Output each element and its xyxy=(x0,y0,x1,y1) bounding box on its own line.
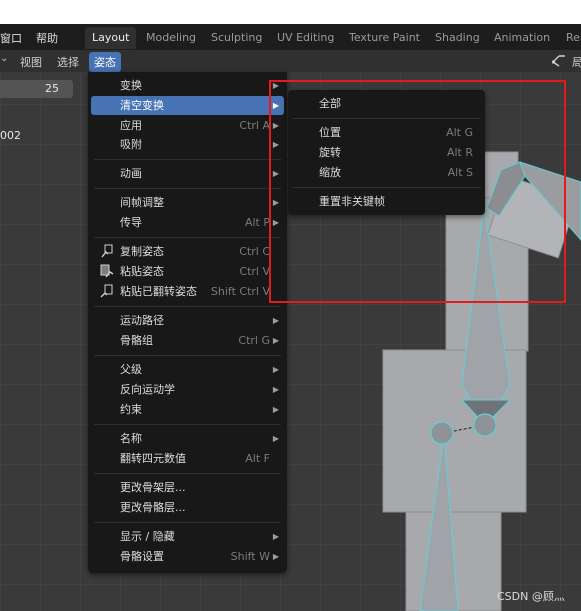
shortcut-label: Ctrl V xyxy=(239,265,270,278)
menu-divider xyxy=(94,424,281,425)
menu-divider xyxy=(94,188,281,189)
menu-item-label: 传导 xyxy=(120,216,142,229)
paste-flipped-icon xyxy=(100,284,114,298)
menu-item-label: 清空变换 xyxy=(120,99,164,112)
menu-item-transform[interactable]: 变换 ▶ xyxy=(91,76,284,95)
pose-dropdown-menu: 变换 ▶ 清空变换 ▶ 应用 Ctrl A ▶ 吸附 ▶ 动画 ▶ 间帧调整 ▶ 传导 Alt … xyxy=(88,72,287,573)
watermark: CSDN @顾灬 xyxy=(497,590,565,603)
shortcut-label: Shift W xyxy=(230,550,270,563)
menu-divider xyxy=(94,306,281,307)
menu-item-label: 名称 xyxy=(120,432,142,445)
menu-item-label: 骨骼组 xyxy=(120,334,153,347)
menu-item-label: 应用 xyxy=(120,119,142,132)
menu-divider xyxy=(94,522,281,523)
menu-item-change-armature-layers[interactable]: 更改骨架层... xyxy=(91,478,284,497)
menu-item-label: 翻转四元数值 xyxy=(120,452,186,465)
submenu-arrow-icon: ▶ xyxy=(272,552,279,561)
shortcut-label: Shift Ctrl V xyxy=(210,285,270,298)
menu-item-label: 显示 / 隐藏 xyxy=(120,530,175,543)
menu-item-apply[interactable]: 应用 Ctrl A ▶ xyxy=(91,116,284,135)
menu-item-label: 粘贴已翻转姿态 xyxy=(120,285,197,298)
menu-item-clear-transform[interactable]: 清空变换 ▶ xyxy=(91,96,284,115)
shortcut-label: Ctrl C xyxy=(239,245,270,258)
menu-item-label: 反向运动学 xyxy=(120,383,175,396)
menu-divider xyxy=(94,159,281,160)
joint-hip xyxy=(430,421,454,445)
submenu-arrow-icon: ▶ xyxy=(272,365,279,374)
menu-item-label: 父级 xyxy=(120,363,142,376)
menu-item-constraints[interactable]: 约束 ▶ xyxy=(91,400,284,419)
menu-item-label: 运动路径 xyxy=(120,314,164,327)
menu-item-snap[interactable]: 吸附 ▶ xyxy=(91,135,284,154)
menu-item-parent[interactable]: 父级 ▶ xyxy=(91,360,284,379)
menu-item-label: 吸附 xyxy=(120,138,142,151)
joint-spine-base xyxy=(473,413,497,437)
submenu-arrow-icon: ▶ xyxy=(272,405,279,414)
submenu-arrow-icon: ▶ xyxy=(272,434,279,443)
frame-field[interactable]: 25 xyxy=(0,80,73,98)
menu-item-label: 间帧调整 xyxy=(120,196,164,209)
menu-item-show-hide[interactable]: 显示 / 隐藏 ▶ xyxy=(91,527,284,546)
submenu-arrow-icon: ▶ xyxy=(272,385,279,394)
menu-item-copy-pose[interactable]: 复制姿态 Ctrl C xyxy=(91,242,284,261)
annotation-highlight-box xyxy=(269,80,566,303)
menu-item-label: 更改骨架层... xyxy=(120,481,186,494)
menu-item-flip-quaternions[interactable]: 翻转四元数值 Alt F xyxy=(91,449,284,468)
menu-item-label: 动画 xyxy=(120,167,142,180)
menu-item-inverse-kinematics[interactable]: 反向运动学 ▶ xyxy=(91,380,284,399)
menu-item-in-betweens[interactable]: 间帧调整 ▶ xyxy=(91,193,284,212)
menu-item-bone-settings[interactable]: 骨骼设置 Shift W ▶ xyxy=(91,547,284,566)
menu-divider xyxy=(94,355,281,356)
menu-item-change-bone-layers[interactable]: 更改骨骼层... xyxy=(91,498,284,517)
menu-divider xyxy=(94,237,281,238)
menu-item-animation[interactable]: 动画 ▶ xyxy=(91,164,284,183)
copy-pose-icon xyxy=(100,244,114,258)
blender-window: 窗口 帮助 Layout Modeling Sculpting UV Editi… xyxy=(0,0,581,611)
shortcut-label: Ctrl G xyxy=(238,334,270,347)
menu-item-names[interactable]: 名称 ▶ xyxy=(91,429,284,448)
shortcut-label: Alt P xyxy=(244,216,270,229)
menu-item-label: 粘贴姿态 xyxy=(120,265,164,278)
menu-item-propagate[interactable]: 传导 Alt P ▶ xyxy=(91,213,284,232)
menu-divider xyxy=(94,473,281,474)
menu-item-motion-paths[interactable]: 运动路径 ▶ xyxy=(91,311,284,330)
menu-item-label: 约束 xyxy=(120,403,142,416)
shortcut-label: Alt F xyxy=(245,452,270,465)
menu-item-label: 变换 xyxy=(120,79,142,92)
menu-item-paste-pose[interactable]: 粘贴姿态 Ctrl V xyxy=(91,262,284,281)
menu-item-paste-flipped-pose[interactable]: 粘贴已翻转姿态 Shift Ctrl V xyxy=(91,282,284,301)
menu-item-label: 复制姿态 xyxy=(120,245,164,258)
menu-item-label: 更改骨骼层... xyxy=(120,501,186,514)
object-label: 002 xyxy=(0,129,21,142)
submenu-arrow-icon: ▶ xyxy=(272,336,279,345)
submenu-arrow-icon: ▶ xyxy=(272,316,279,325)
shortcut-label: Ctrl A xyxy=(239,119,270,132)
menu-item-label: 骨骼设置 xyxy=(120,550,164,563)
menu-item-bone-groups[interactable]: 骨骼组 Ctrl G ▶ xyxy=(91,331,284,350)
submenu-arrow-icon: ▶ xyxy=(272,532,279,541)
paste-pose-icon xyxy=(100,264,114,278)
